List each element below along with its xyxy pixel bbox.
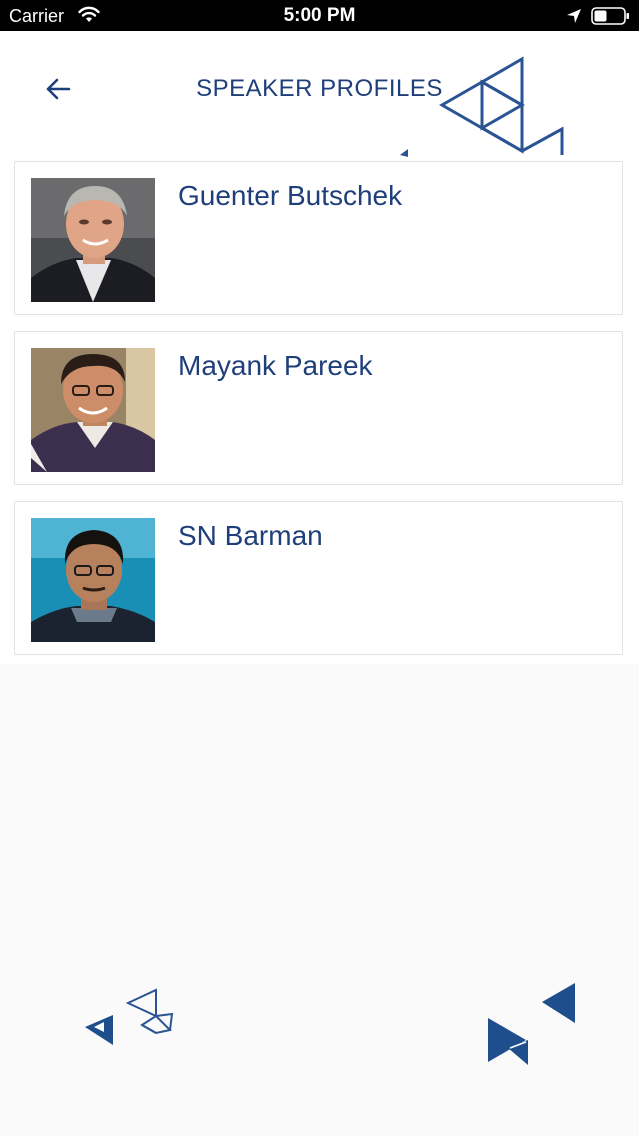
- triangle-pattern-decoration: [488, 983, 575, 1065]
- speaker-photo: [31, 518, 155, 642]
- app-header: SPEAKER PROFILES: [0, 31, 639, 157]
- speaker-photo: [31, 348, 155, 472]
- status-bar: Carrier 5:00 PM: [0, 0, 639, 31]
- speaker-name: Guenter Butschek: [178, 180, 403, 211]
- speaker-card[interactable]: Guenter Butschek: [14, 161, 623, 315]
- clock: 5:00 PM: [283, 5, 356, 26]
- speaker-photo: [31, 178, 155, 302]
- speaker-name: SN Barman: [178, 520, 323, 551]
- battery-icon: [591, 7, 629, 25]
- triangle-pattern-decoration: [85, 988, 174, 1045]
- speaker-name: Mayank Pareek: [178, 350, 373, 381]
- triangle-pattern-decoration: [400, 56, 564, 157]
- speaker-list: Guenter Butschek Mayank Pareek SN Barman: [0, 157, 639, 664]
- location-icon: [567, 9, 581, 23]
- speaker-card[interactable]: SN Barman: [14, 501, 623, 655]
- speaker-card[interactable]: Mayank Pareek: [14, 331, 623, 485]
